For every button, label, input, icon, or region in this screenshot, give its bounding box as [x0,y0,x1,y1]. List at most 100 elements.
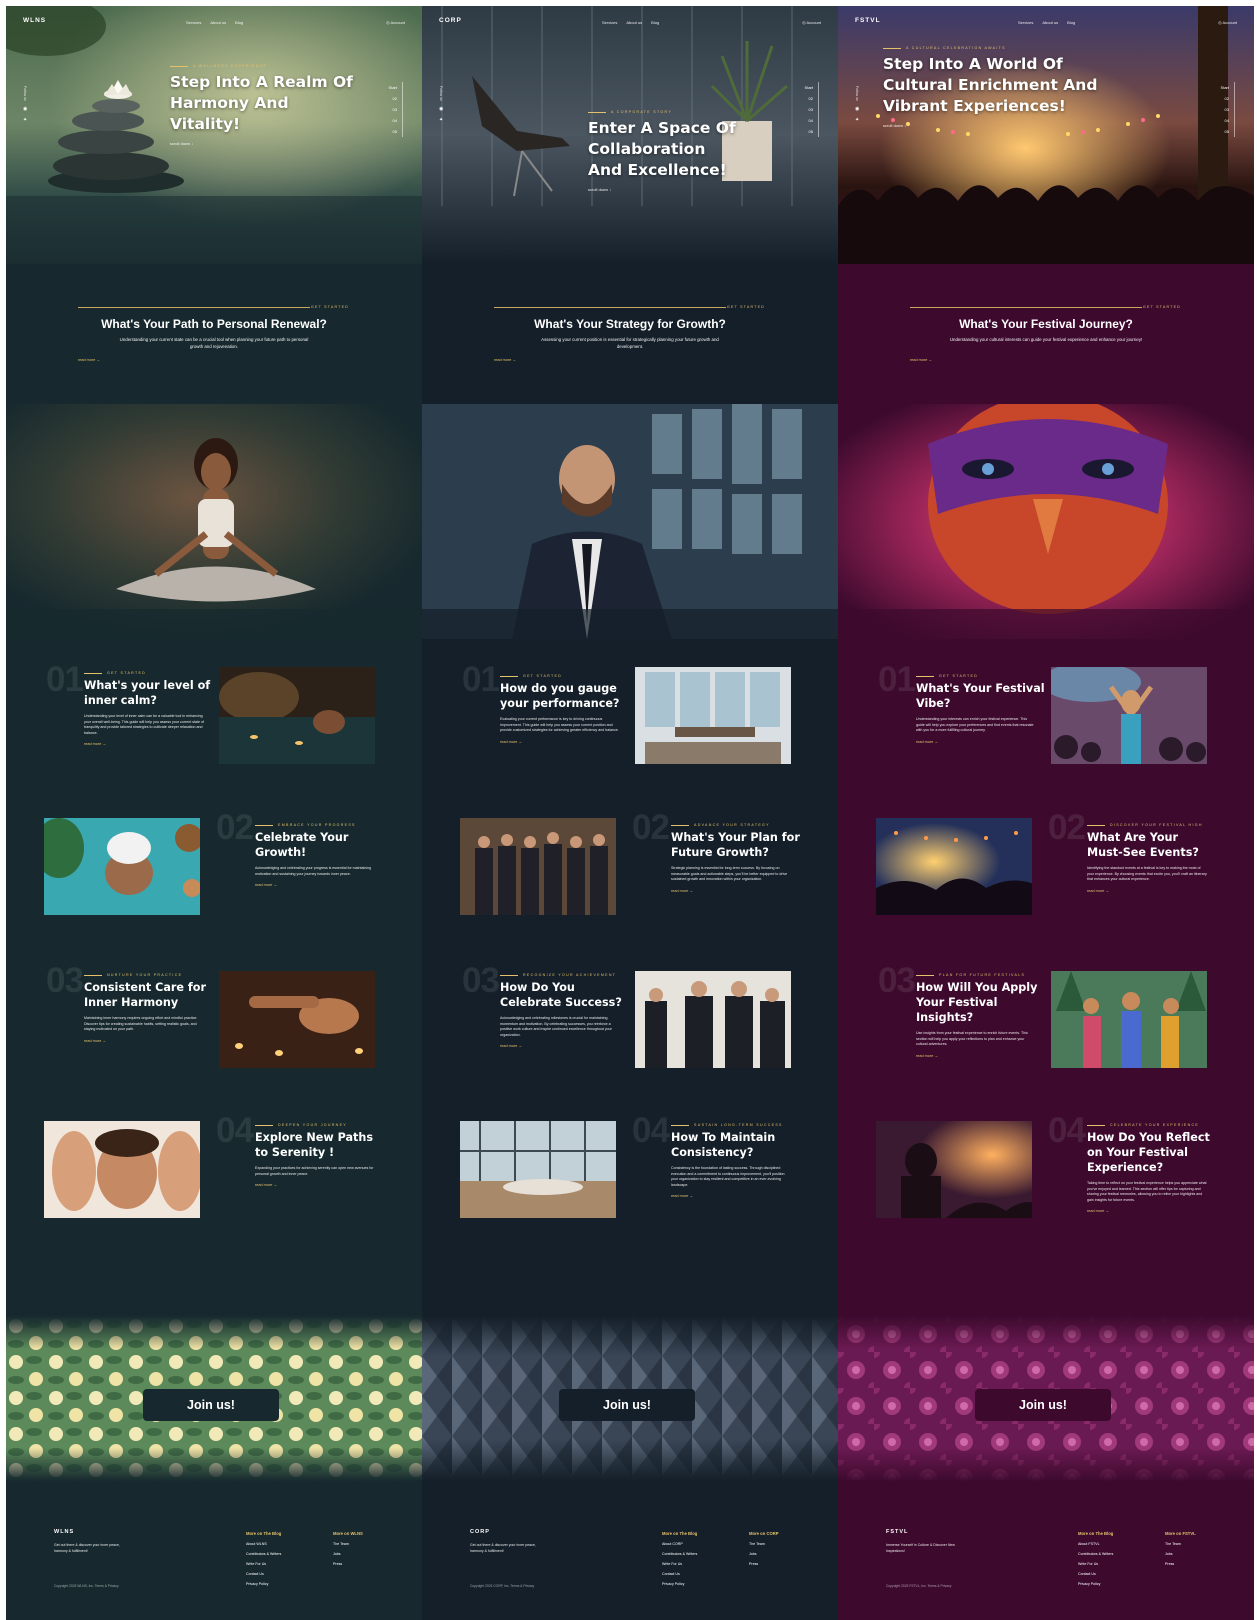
brand-logo[interactable]: WLNS [23,17,46,24]
read-more-link[interactable]: read more → [916,740,1046,744]
card-kicker: EMBRACE YOUR PROGRESS [255,823,385,827]
footer-link[interactable]: Write For Us [246,1559,281,1569]
footer-link[interactable]: Contact Us [662,1569,697,1579]
footer-link[interactable]: Privacy Policy [1078,1579,1113,1589]
festival-crowd-image [876,1121,1032,1218]
nav-about[interactable]: About us [626,20,642,25]
read-more-link[interactable]: read more → [1087,889,1217,893]
footer-link[interactable]: Press [1165,1559,1196,1569]
read-more-link[interactable]: read more → [255,1183,385,1187]
footer-link[interactable]: Privacy Policy [246,1579,281,1589]
scroll-down-link[interactable]: scroll down ↓ [883,123,1103,128]
join-us-button[interactable]: Join us! [143,1389,279,1421]
copyright: Copyright 2023 FSTVL, Inc. Terms & Priva… [886,1584,952,1588]
rail-item[interactable]: 02 [805,93,813,104]
footer-link[interactable]: The Team [333,1539,363,1549]
read-more-link[interactable]: read more → [500,740,630,744]
account-link[interactable]: ◎ Account [386,20,405,25]
read-more-link[interactable]: read more → [494,358,516,362]
nav-blog[interactable]: Blog [1067,20,1075,25]
footer-link[interactable]: About CORP [662,1539,697,1549]
read-more-link[interactable]: read more → [671,889,801,893]
read-more-link[interactable]: read more → [910,358,932,362]
instagram-icon[interactable]: ◉ [855,106,859,112]
footer-link[interactable]: Write For Us [1078,1559,1113,1569]
brand-logo[interactable]: FSTVL [855,17,881,24]
rail-item[interactable]: Start [1221,82,1229,93]
footer-link[interactable]: Privacy Policy [662,1579,697,1589]
hero-kicker: A CORPORATE STORY [588,110,738,114]
read-more-link[interactable]: read more → [78,358,100,362]
footer-link[interactable]: Jobs [333,1549,363,1559]
footer-link[interactable]: Contact Us [1078,1569,1113,1579]
footer-brand[interactable]: CORP [470,1529,490,1535]
rail-item[interactable]: 03 [389,104,397,115]
join-us-button[interactable]: Join us! [559,1389,695,1421]
instagram-icon[interactable]: ◉ [439,106,443,112]
account-link[interactable]: ◎ Account [802,20,821,25]
rail-item[interactable]: 03 [805,104,813,115]
read-more-link[interactable]: read more → [916,1054,1046,1058]
footer-link[interactable]: Contributors & Writers [662,1549,697,1559]
read-more-link[interactable]: read more → [500,1044,630,1048]
rail-item[interactable]: 04 [389,115,397,126]
read-more-link[interactable]: read more → [671,1194,801,1198]
feature-card: 04 CELEBRATE YOUR EXPERIENCE How Do You … [838,1111,1254,1231]
join-us-button[interactable]: Join us! [975,1389,1111,1421]
twitter-icon[interactable]: ✦ [439,117,443,123]
footer-link[interactable]: Contributors & Writers [246,1549,281,1559]
footer-link[interactable]: The Team [749,1539,779,1549]
rail-item[interactable]: 05 [389,126,397,137]
footer-link[interactable]: Jobs [749,1549,779,1559]
footer-link[interactable]: Write For Us [662,1559,697,1569]
read-more-link[interactable]: read more → [255,883,385,887]
twitter-icon[interactable]: ✦ [23,117,27,123]
scroll-down-link[interactable]: scroll down ↓ [170,141,360,146]
nav-blog[interactable]: Blog [651,20,659,25]
read-more-link[interactable]: read more → [84,742,214,746]
brand-logo[interactable]: CORP [439,17,462,24]
rail-item[interactable]: Start [389,82,397,93]
instagram-icon[interactable]: ◉ [23,106,27,112]
nav-services[interactable]: Services [602,20,617,25]
card-body: Acknowledging and celebrating milestones… [500,1016,612,1037]
rail-item[interactable]: 02 [389,93,397,104]
rail-item[interactable]: 04 [1221,115,1229,126]
feature-card: 03 NURTURE YOUR PRACTICE Consistent Care… [6,961,422,1081]
scroll-down-link[interactable]: scroll down ↓ [588,187,738,192]
rail-item[interactable]: 04 [805,115,813,126]
nav-services[interactable]: Services [1018,20,1033,25]
account-link[interactable]: ◎ Account [1218,20,1237,25]
footer-brand[interactable]: WLNS [54,1529,74,1535]
footer-link[interactable]: About WLNS [246,1539,281,1549]
footer-link[interactable]: Press [333,1559,363,1569]
rail-item[interactable]: 05 [805,126,813,137]
footer-brand[interactable]: FSTVL [886,1529,908,1535]
footer-link[interactable]: Jobs [1165,1549,1196,1559]
footer: CORP Get out there & discover your inner… [422,1481,838,1620]
read-more-link[interactable]: read more → [84,1039,214,1043]
footer-more-links: More on CORP The Team Jobs Press [749,1529,779,1569]
footer-link[interactable]: The Team [1165,1539,1196,1549]
read-more-link[interactable]: read more → [1087,1209,1217,1213]
footer-link[interactable]: Contact Us [246,1569,281,1579]
footer-link[interactable]: About FSTVL [1078,1539,1113,1549]
hero-section: CORP Services About us Blog ◎ Account Fo… [422,6,838,264]
footer-link[interactable]: Contributors & Writers [1078,1549,1113,1559]
nav-about[interactable]: About us [1042,20,1058,25]
card-kicker: SUSTAIN LONG-TERM SUCCESS [671,1123,801,1127]
rail-item[interactable]: 03 [1221,104,1229,115]
card-body: Identifying the standout events at a fes… [1087,866,1207,882]
nav-services[interactable]: Services [186,20,201,25]
footer-more-links: More on FSTVL The Team Jobs Press [1165,1529,1196,1569]
card-number: 01 [462,660,500,699]
card-body: Maintaining inner harmony requires ongoi… [84,1016,198,1032]
rail-item[interactable]: 05 [1221,126,1229,137]
rail-item[interactable]: Start [805,82,813,93]
footer-link[interactable]: Press [749,1559,779,1569]
nav-about[interactable]: About us [210,20,226,25]
nav-blog[interactable]: Blog [235,20,243,25]
rail-item[interactable]: 02 [1221,93,1229,104]
dancer-image [1051,667,1207,764]
twitter-icon[interactable]: ✦ [855,117,859,123]
